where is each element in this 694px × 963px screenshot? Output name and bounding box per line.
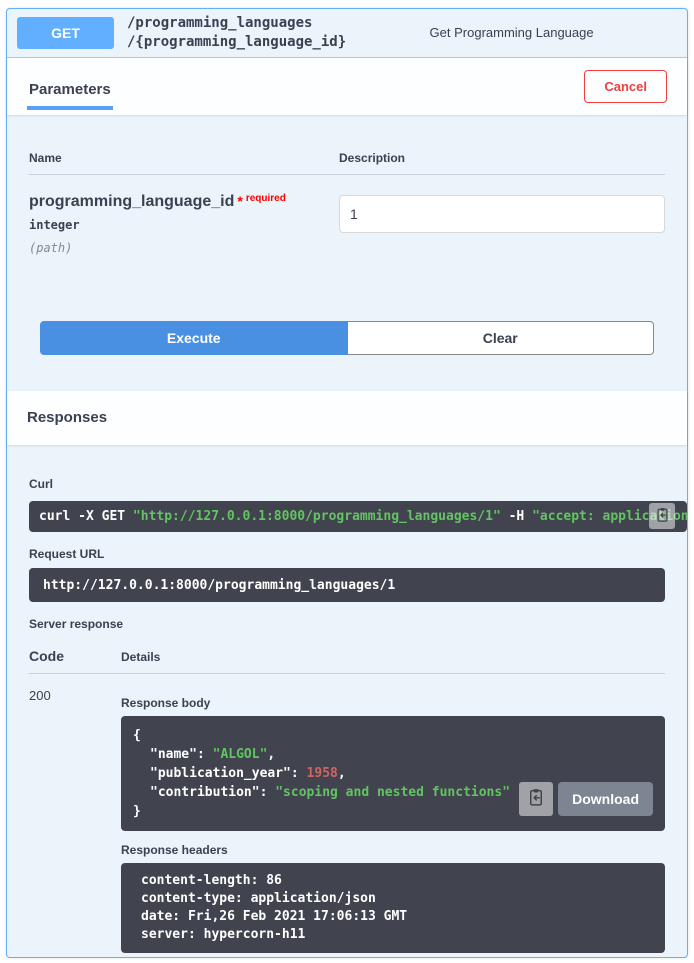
server-response-label: Server response [29, 617, 665, 631]
endpoint-summary-row[interactable]: GET /programming_languages /{programming… [7, 9, 687, 58]
response-headers-label: Response headers [121, 843, 665, 857]
column-header-description: Description [339, 151, 665, 165]
required-label: required [243, 193, 286, 204]
response-header-line: server: hypercorn-h11 [141, 926, 645, 944]
download-button[interactable]: Download [558, 782, 653, 816]
parameters-table: Name Description programming_language_id… [7, 115, 687, 255]
parameter-location: (path) [29, 241, 339, 255]
response-row: 200 Response body { "name": "ALGOL", "pu… [29, 674, 665, 953]
cancel-button[interactable]: Cancel [584, 70, 667, 103]
response-body-label: Response body [121, 696, 665, 710]
endpoint-summary-text: Get Programming Language [346, 25, 677, 40]
parameter-row: programming_language_id*required integer… [29, 175, 665, 255]
required-asterisk: * [234, 193, 242, 209]
request-url-label: Request URL [29, 547, 665, 561]
tab-parameters[interactable]: Parameters [27, 72, 113, 110]
http-method-badge[interactable]: GET [17, 17, 114, 49]
curl-url-string: "http://127.0.0.1:8000/programming_langu… [133, 509, 501, 524]
json-line: "publication_year": 1958, [133, 764, 653, 783]
response-header-line: content-type: application/json [141, 890, 645, 908]
curl-flag: -H [501, 509, 532, 524]
json-open-brace: { [133, 726, 653, 745]
copy-curl-button[interactable] [649, 503, 675, 529]
parameter-value-input[interactable] [339, 195, 665, 233]
responses-content: Curl curl -X GET "http://127.0.0.1:8000/… [7, 477, 687, 963]
column-header-details: Details [121, 650, 160, 664]
execute-button[interactable]: Execute [40, 321, 348, 355]
parameters-section-header: Parameters Cancel [7, 58, 687, 115]
parameter-type: integer [29, 218, 339, 232]
response-header-line: date: Fri,26 Feb 2021 17:06:13 GMT [141, 908, 645, 926]
parameter-name: programming_language_id [29, 193, 234, 210]
response-table-header: Code Details [29, 648, 665, 664]
clipboard-icon [527, 788, 545, 809]
column-header-name: Name [29, 151, 339, 165]
operation-panel-get: GET /programming_languages /{programming… [6, 8, 688, 958]
clear-button[interactable]: Clear [348, 321, 655, 355]
clipboard-icon [655, 507, 670, 525]
execute-button-group: Execute Clear [7, 255, 687, 391]
column-header-code: Code [29, 648, 121, 664]
request-url-block: http://127.0.0.1:8000/programming_langua… [29, 568, 665, 602]
curl-command-block: curl -X GET "http://127.0.0.1:8000/progr… [29, 501, 687, 532]
copy-response-button[interactable] [519, 782, 553, 816]
status-code: 200 [29, 686, 121, 953]
response-headers-block: content-length: 86 content-type: applica… [121, 863, 665, 953]
response-header-line: content-length: 86 [141, 872, 645, 890]
response-body-block: { "name": "ALGOL", "publication_year": 1… [121, 716, 665, 831]
curl-command: curl -X GET [39, 509, 133, 524]
curl-label: Curl [29, 477, 665, 491]
responses-title: Responses [27, 409, 107, 426]
responses-section-header: Responses [7, 391, 687, 445]
endpoint-path: /programming_languages /{programming_lan… [114, 14, 346, 52]
json-line: "name": "ALGOL", [133, 745, 653, 764]
